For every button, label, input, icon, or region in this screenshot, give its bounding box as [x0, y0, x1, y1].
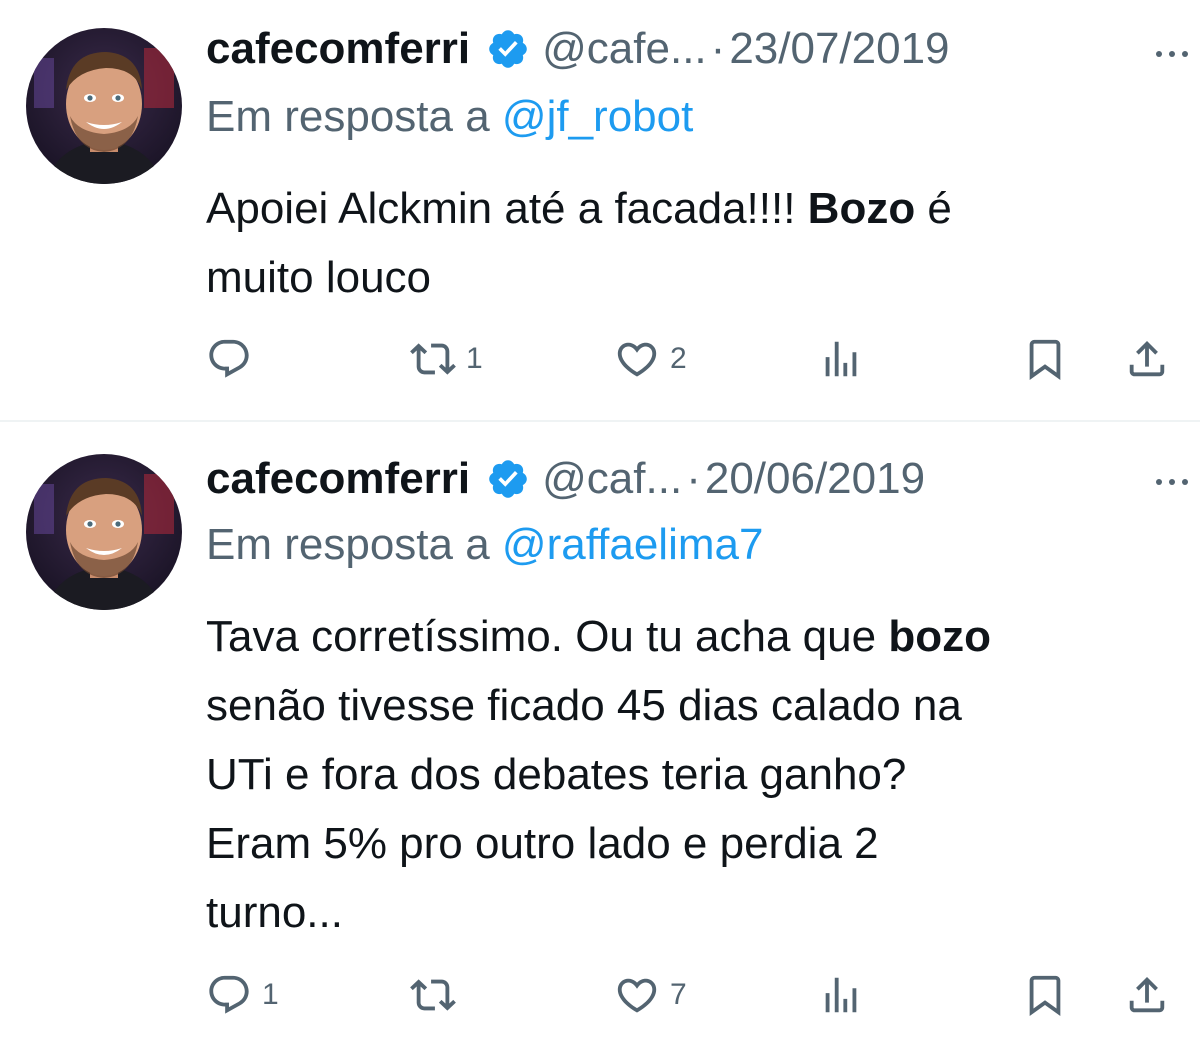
bold-word: Bozo — [807, 184, 916, 233]
reply-button[interactable]: 1 — [206, 970, 279, 1020]
tweet-text: Apoiei Alckmin até a facada!!!! Bozo é m… — [206, 174, 1160, 312]
reply-button[interactable] — [206, 334, 262, 384]
text-line: Tava corretíssimo. Ou tu acha que bozo — [206, 612, 991, 661]
tweet[interactable]: cafecomferri @caf... · 20/06/2019 Em res… — [0, 422, 1200, 1051]
avatar-image — [26, 28, 182, 184]
views-button[interactable] — [818, 970, 864, 1020]
tweet-feed: cafecomferri @cafe... · 23/07/2019 Em re… — [0, 0, 1200, 1051]
text-line: turno... — [206, 888, 343, 937]
share-icon — [1129, 340, 1165, 377]
reply-mention-link[interactable]: @jf_robot — [502, 92, 693, 141]
tweet-text: Tava corretíssimo. Ou tu acha que bozo s… — [206, 602, 1160, 947]
text-line: UTi e fora dos debates teria ganho? — [206, 750, 907, 799]
tweet-header: cafecomferri @caf... · 20/06/2019 — [206, 448, 1160, 510]
retweet-count: 1 — [466, 342, 483, 375]
like-button[interactable]: 2 — [614, 334, 687, 384]
author-handle[interactable]: @cafe... — [542, 24, 707, 74]
reply-count: 1 — [262, 978, 279, 1011]
like-count: 7 — [670, 978, 687, 1011]
tweet-date[interactable]: 20/06/2019 — [705, 454, 925, 504]
tweet-date[interactable]: 23/07/2019 — [729, 24, 949, 74]
avatar[interactable] — [26, 28, 182, 184]
like-icon — [617, 978, 657, 1013]
reply-mention-link[interactable]: @raffaelima7 — [502, 520, 764, 569]
like-button[interactable]: 7 — [614, 970, 687, 1020]
author-name[interactable]: cafecomferri — [206, 24, 470, 74]
separator-dot: · — [686, 454, 701, 503]
more-icon[interactable] — [1152, 44, 1192, 64]
views-button[interactable] — [818, 334, 864, 384]
bookmark-icon — [1029, 975, 1061, 1016]
bookmark-icon — [1029, 339, 1061, 380]
bookmark-button[interactable] — [1022, 970, 1068, 1020]
bold-word: bozo — [888, 612, 991, 661]
avatar[interactable] — [26, 454, 182, 610]
reply-prefix: Em resposta a — [206, 520, 490, 569]
retweet-button[interactable]: 1 — [410, 334, 483, 384]
reply-context: Em resposta a @raffaelima7 — [206, 520, 763, 570]
verified-badge-icon — [489, 30, 527, 68]
retweet-icon — [410, 979, 456, 1011]
share-button[interactable] — [1124, 970, 1170, 1020]
like-icon — [617, 342, 657, 377]
text-line: Apoiei Alckmin até a facada!!!! Bozo é — [206, 184, 952, 233]
author-name[interactable]: cafecomferri — [206, 454, 470, 504]
reply-icon — [209, 975, 249, 1014]
reply-context: Em resposta a @jf_robot — [206, 92, 693, 142]
reply-prefix: Em resposta a — [206, 92, 490, 141]
more-icon[interactable] — [1152, 472, 1192, 492]
share-icon — [1129, 976, 1165, 1013]
tweet-header: cafecomferri @cafe... · 23/07/2019 — [206, 18, 1160, 80]
views-icon — [825, 977, 857, 1013]
like-count: 2 — [670, 342, 687, 375]
author-handle[interactable]: @caf... — [542, 454, 682, 504]
text-line: Eram 5% pro outro lado e perdia 2 — [206, 819, 879, 868]
bookmark-button[interactable] — [1022, 334, 1068, 384]
views-icon — [825, 341, 857, 377]
verified-badge-icon — [489, 460, 527, 498]
action-bar: 1 2 — [206, 334, 1180, 384]
avatar-image — [26, 454, 182, 610]
separator-dot: · — [710, 24, 726, 73]
share-button[interactable] — [1124, 334, 1170, 384]
tweet[interactable]: cafecomferri @cafe... · 23/07/2019 Em re… — [0, 0, 1200, 420]
text-line: muito louco — [206, 253, 432, 302]
action-bar: 1 7 — [206, 970, 1180, 1020]
text-line: senão tivesse ficado 45 dias calado na — [206, 681, 962, 730]
retweet-button[interactable] — [410, 970, 466, 1020]
reply-icon — [209, 339, 249, 378]
retweet-icon — [410, 343, 456, 375]
